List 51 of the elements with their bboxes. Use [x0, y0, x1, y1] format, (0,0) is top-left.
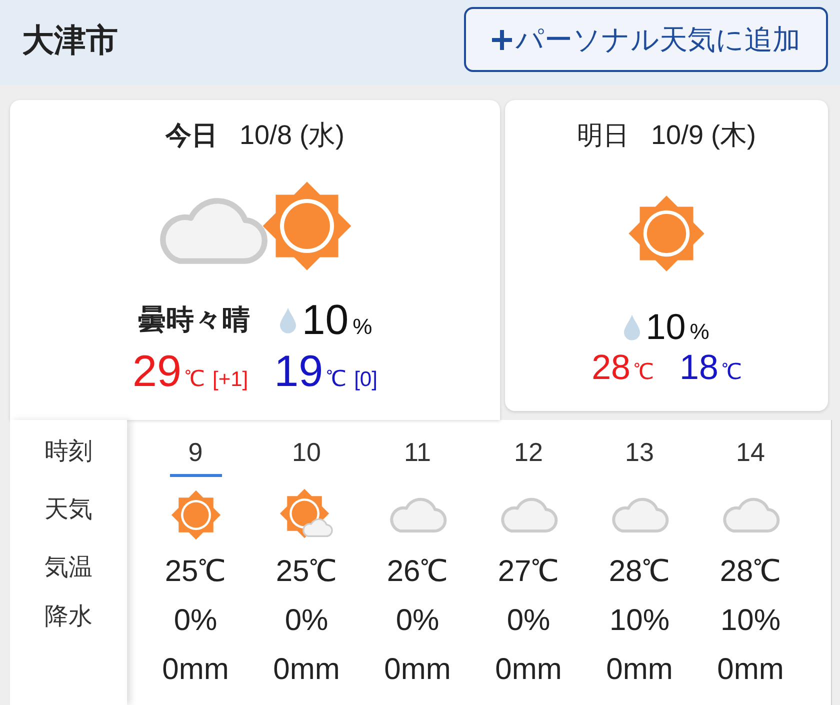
- hour-label[interactable]: 12: [502, 432, 554, 477]
- cloud-icon: [722, 496, 780, 534]
- date-text: 10/8 (水): [239, 118, 345, 152]
- hourly-temperature: 27℃: [498, 554, 560, 590]
- add-personal-weather-button[interactable]: パーソナル天気に追加: [464, 7, 828, 72]
- low-temperature: 18℃: [680, 350, 742, 385]
- low-temperature: 19℃: [274, 350, 346, 394]
- hourly-precip-amount: 0mm: [273, 652, 340, 688]
- hourly-precip-amount: 0mm: [384, 652, 451, 688]
- row-label: 時刻: [44, 437, 92, 467]
- hourly-temperature: 28℃: [720, 554, 782, 590]
- hour-label[interactable]: 13: [614, 432, 666, 477]
- row-label: 天気: [44, 495, 92, 525]
- row-label: 降水: [44, 602, 92, 632]
- hourly-precip-amount: 0mm: [162, 652, 229, 688]
- hourly-precip-amount: 0mm: [495, 652, 562, 688]
- raindrop-icon: [280, 306, 296, 334]
- hourly-precip-chance: 0%: [174, 603, 218, 639]
- raindrop-icon: [624, 314, 640, 340]
- precip-chance: 10%: [646, 309, 710, 345]
- hourly-temperature: 25℃: [276, 554, 338, 590]
- hourly-temperature: 25℃: [164, 554, 226, 590]
- hour-label[interactable]: 14: [724, 432, 776, 477]
- hour-label[interactable]: 10: [280, 432, 332, 477]
- hourly-temperature: 28℃: [608, 554, 670, 590]
- day-label: 今日: [165, 118, 218, 152]
- hourly-precip-chance: 0%: [396, 603, 440, 639]
- row-label: 気温: [44, 553, 92, 583]
- day-label: 明日: [576, 118, 629, 152]
- precip-chance: 10%: [302, 299, 372, 341]
- hourly-precip-amount: 0mm: [717, 652, 784, 688]
- city-title: 大津市: [22, 24, 118, 56]
- cloud-icon: [610, 496, 668, 534]
- date-text: 10/9 (木): [650, 118, 756, 152]
- cloud-icon: [388, 496, 446, 534]
- hourly-precip-chance: 0%: [284, 603, 328, 639]
- hourly-precip-chance: 10%: [609, 603, 670, 639]
- hour-label[interactable]: 9: [170, 432, 222, 477]
- temperature-difference: [0]: [354, 369, 378, 390]
- cloud-and-sun-icon: [158, 181, 352, 271]
- hourly-temperature: 26℃: [386, 554, 448, 590]
- hourly-precip-amount: 0mm: [606, 652, 673, 688]
- weather-text: 曇時々晴: [138, 303, 250, 337]
- temperature-difference: [+1]: [212, 369, 248, 390]
- hour-label[interactable]: 11: [392, 432, 444, 477]
- high-temperature: 29℃: [132, 350, 204, 394]
- hourly-precip-chance: 10%: [720, 603, 781, 639]
- hourly-precip-chance: 0%: [506, 603, 550, 639]
- cloud-icon: [500, 496, 558, 534]
- plus-icon: [492, 30, 512, 50]
- high-temperature: 28℃: [592, 350, 654, 385]
